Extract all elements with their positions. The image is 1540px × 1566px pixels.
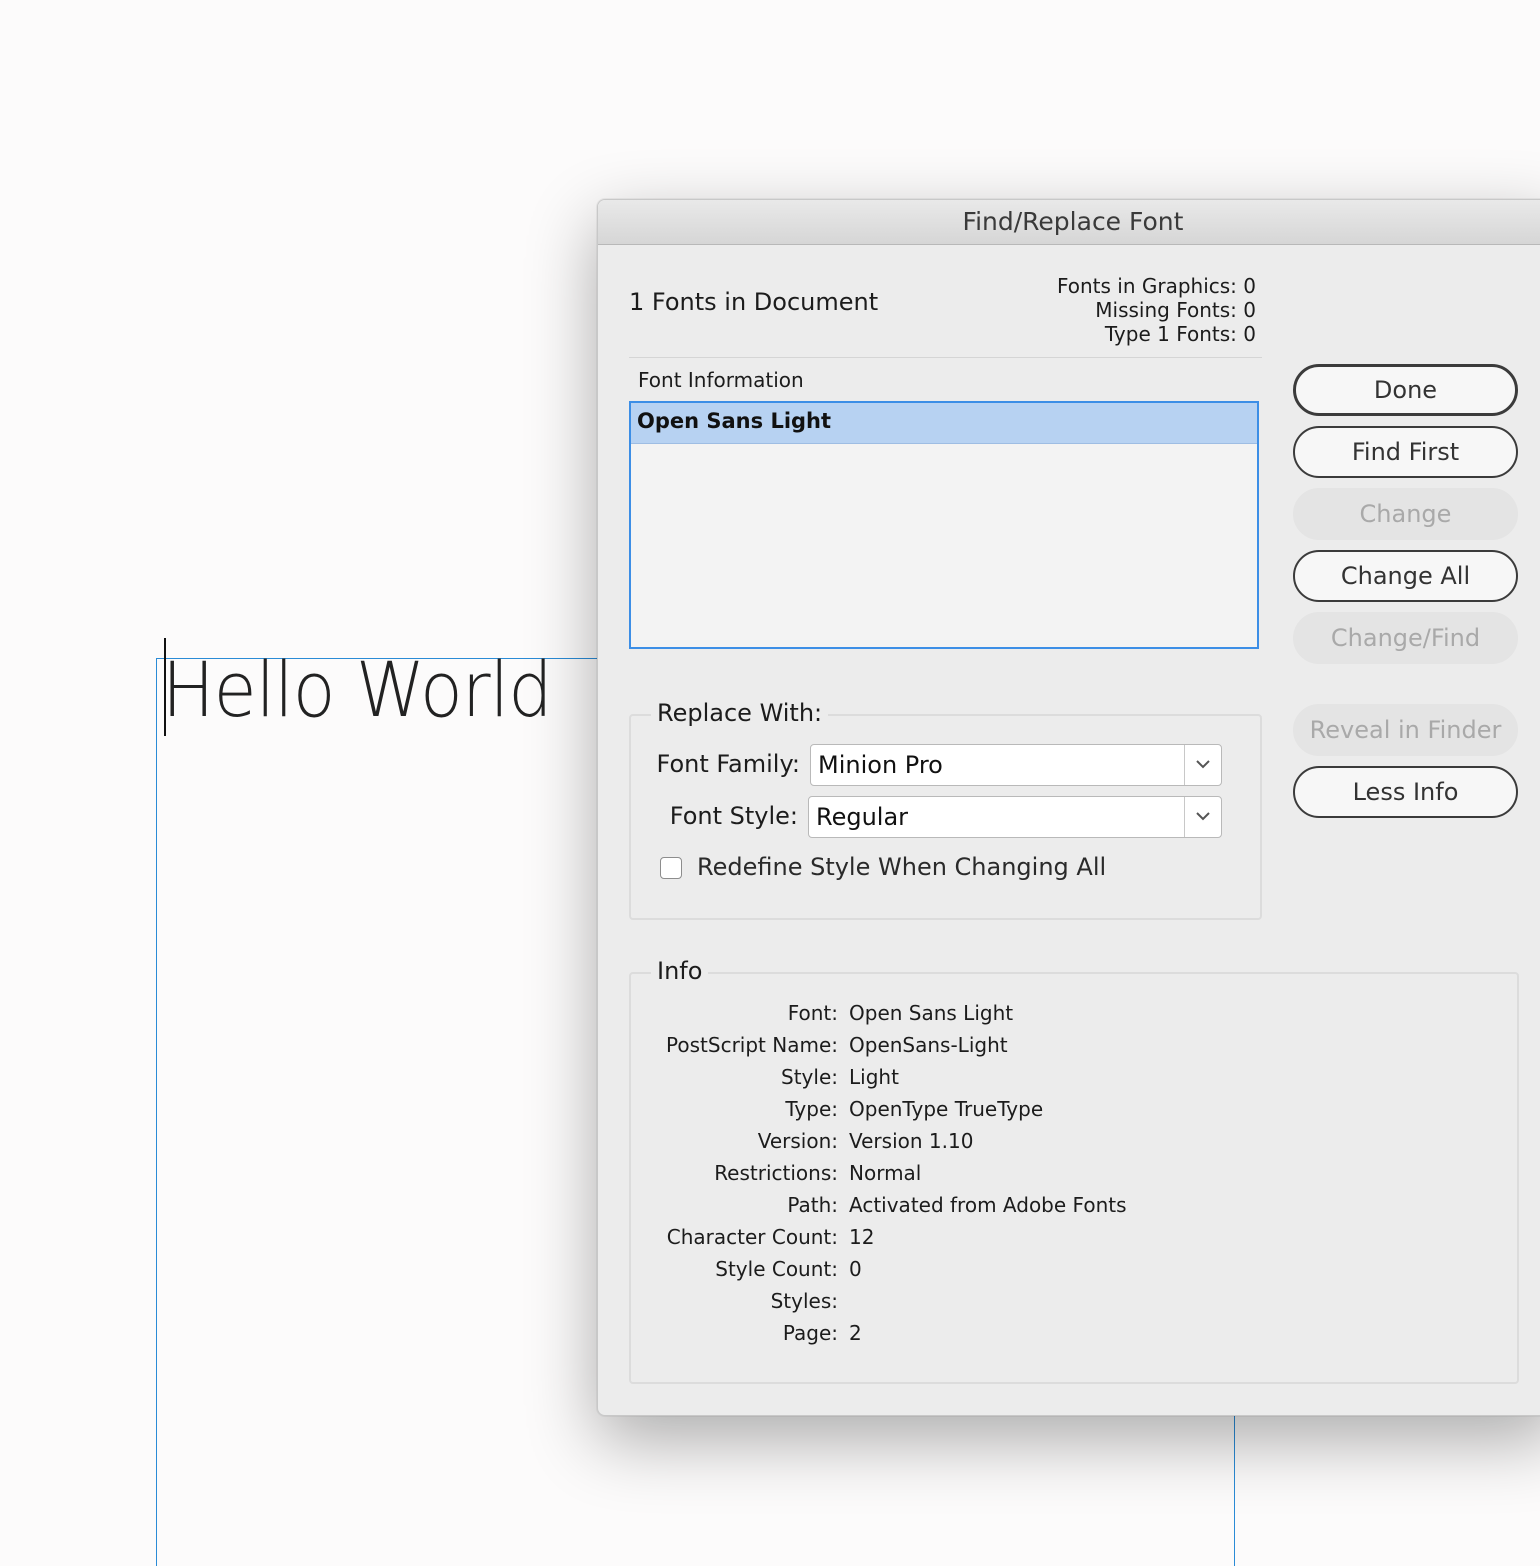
- info-key: Type:: [785, 1097, 838, 1121]
- chevron-down-icon: [1196, 812, 1210, 821]
- info-value: Open Sans Light: [849, 1001, 1014, 1025]
- font-family-label: Font Family:: [656, 750, 800, 778]
- info-key: Styles:: [770, 1289, 838, 1313]
- font-information-label: Font Information: [638, 368, 804, 392]
- font-family-select[interactable]: Minion Pro: [810, 744, 1222, 786]
- redefine-style-checkbox[interactable]: [660, 857, 682, 879]
- replace-with-legend: Replace With:: [651, 699, 829, 727]
- reveal-in-finder-button[interactable]: Reveal in Finder: [1293, 704, 1518, 756]
- info-value: 2: [849, 1321, 862, 1345]
- font-stats: Fonts in Graphics: 0 Missing Fonts: 0 Ty…: [998, 274, 1256, 346]
- font-style-value: Regular: [816, 803, 909, 831]
- missing-fonts-stat: Missing Fonts: 0: [1095, 298, 1256, 322]
- separator: [629, 357, 1262, 358]
- change-find-button[interactable]: Change/Find: [1293, 612, 1518, 664]
- font-information-list[interactable]: Open Sans Light: [629, 401, 1259, 649]
- change-button[interactable]: Change: [1293, 488, 1518, 540]
- font-style-select[interactable]: Regular: [808, 796, 1222, 838]
- info-key: Version:: [757, 1129, 838, 1153]
- info-value: 12: [849, 1225, 875, 1249]
- document-text-frame[interactable]: Hello World: [162, 640, 553, 740]
- chevron-down-icon: [1196, 760, 1210, 769]
- dialog-title: Find/Replace Font: [962, 207, 1184, 236]
- font-list-item-label: Open Sans Light: [637, 409, 832, 433]
- find-first-button[interactable]: Find First: [1293, 426, 1518, 478]
- info-value: OpenType TrueType: [849, 1097, 1044, 1121]
- info-key: Style:: [781, 1065, 838, 1089]
- redefine-style-label[interactable]: Redefine Style When Changing All: [697, 853, 1106, 881]
- info-key: Path:: [787, 1193, 838, 1217]
- find-replace-font-dialog: Find/Replace Font 1 Fonts in Document Fo…: [597, 199, 1540, 1416]
- fonts-in-graphics-stat: Fonts in Graphics: 0: [1056, 274, 1256, 298]
- info-legend: Info: [651, 957, 709, 985]
- less-info-button[interactable]: Less Info: [1293, 766, 1518, 818]
- info-value: Light: [849, 1065, 899, 1089]
- frame-guide-right: [1234, 1414, 1235, 1566]
- fonts-in-document-count: 1 Fonts in Document: [629, 288, 879, 316]
- info-value: Activated from Adobe Fonts: [849, 1193, 1127, 1217]
- font-family-dropdown-button[interactable]: [1184, 745, 1221, 785]
- type1-fonts-stat: Type 1 Fonts: 0: [1104, 322, 1256, 346]
- change-all-button[interactable]: Change All: [1293, 550, 1518, 602]
- dialog-titlebar[interactable]: Find/Replace Font: [598, 200, 1540, 245]
- info-key: Page:: [782, 1321, 838, 1345]
- font-style-dropdown-button[interactable]: [1184, 797, 1221, 837]
- font-family-value: Minion Pro: [818, 751, 943, 779]
- info-key: Character Count:: [666, 1225, 838, 1249]
- info-key: PostScript Name:: [666, 1033, 838, 1057]
- info-key: Restrictions:: [714, 1161, 838, 1185]
- done-button[interactable]: Done: [1293, 364, 1518, 416]
- font-list-item-selected[interactable]: Open Sans Light: [631, 403, 1257, 444]
- info-key: Font:: [787, 1001, 838, 1025]
- info-value: OpenSans-Light: [849, 1033, 1008, 1057]
- font-style-label: Font Style:: [669, 802, 798, 830]
- info-value: 0: [849, 1257, 862, 1281]
- frame-guide-left: [156, 658, 157, 1566]
- info-value: Normal: [849, 1161, 922, 1185]
- info-key: Style Count:: [715, 1257, 838, 1281]
- info-value: Version 1.10: [849, 1129, 974, 1153]
- text-cursor: [164, 638, 166, 736]
